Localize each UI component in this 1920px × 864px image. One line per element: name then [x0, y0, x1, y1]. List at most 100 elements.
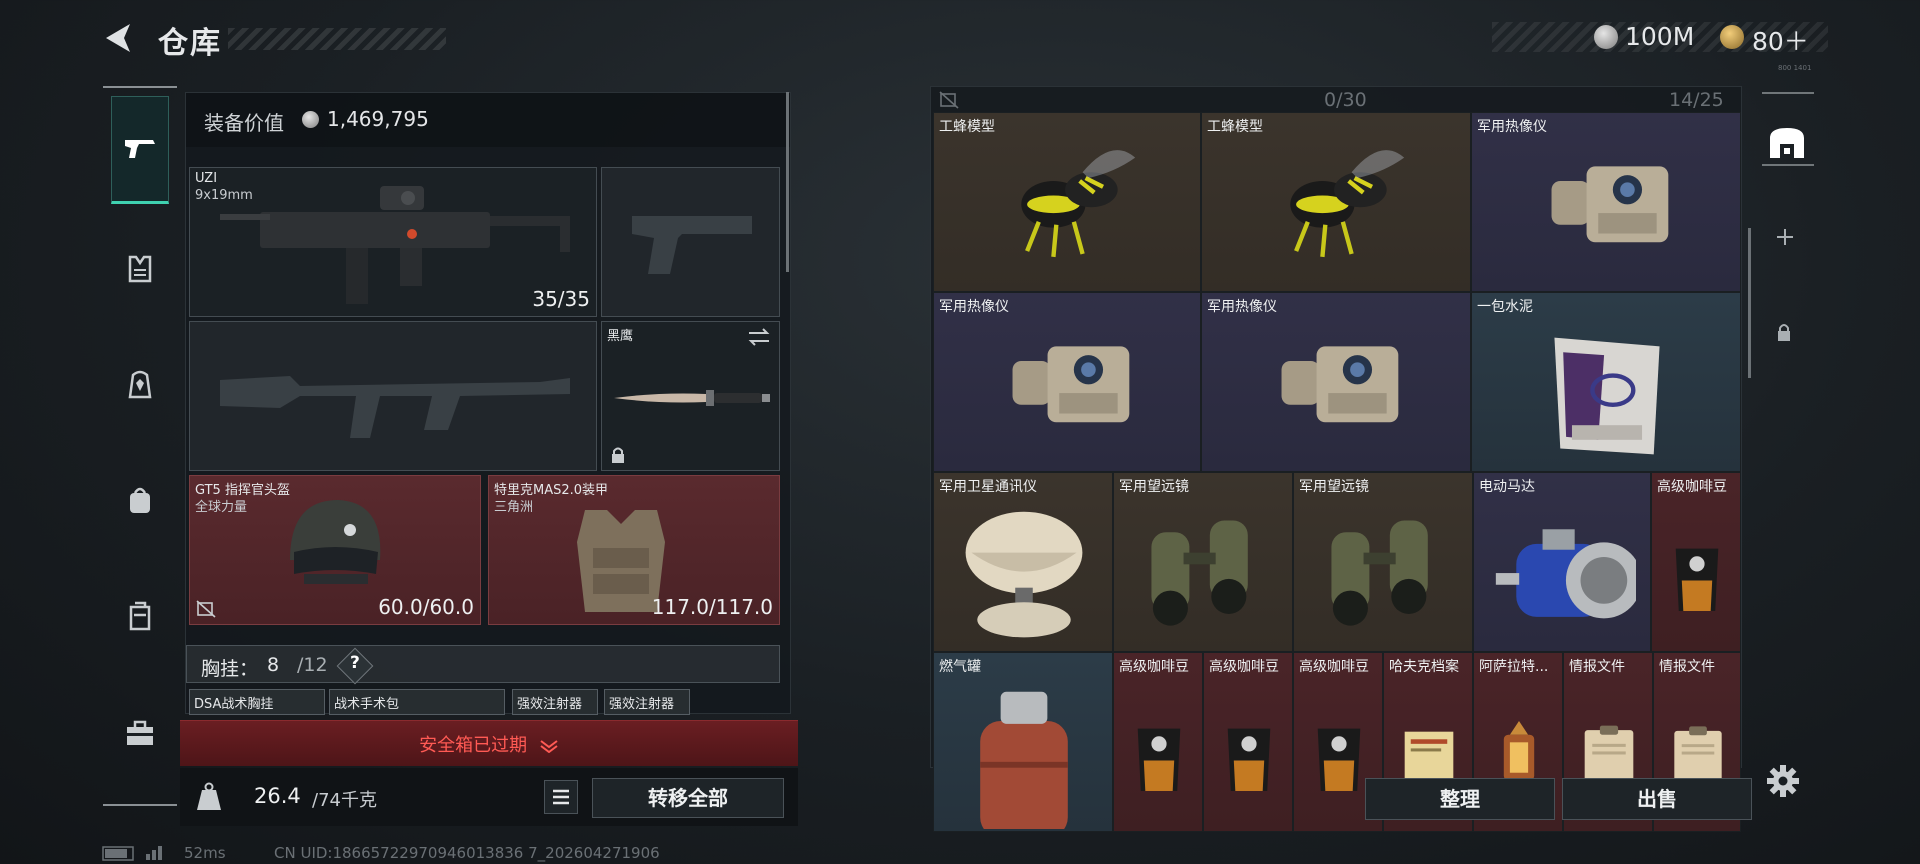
left-nav [103, 86, 177, 806]
equipment-scrollbar[interactable] [786, 92, 789, 272]
weight-current: 26.4 [254, 784, 301, 808]
bee-item-icon [1290, 150, 1405, 258]
chest-rig-row: 胸挂： 8 /12 ? [186, 645, 780, 685]
nav-item-toolbox[interactable] [111, 704, 169, 762]
vest-icon [128, 255, 152, 283]
safe-box-expired-text: 安全箱已过期 [180, 731, 798, 757]
nav-item-vest[interactable] [111, 240, 169, 298]
storage-item-name: 高级咖啡豆 [1119, 659, 1189, 675]
storage-box-icon[interactable] [1766, 124, 1808, 162]
silver-coin-icon [302, 111, 319, 128]
list-view-button[interactable] [544, 780, 578, 814]
right-nav-line [1762, 164, 1814, 166]
storage-item[interactable]: 军用热像仪 [1201, 292, 1471, 472]
storage-item[interactable]: 军用卫星通讯仪 [933, 472, 1113, 652]
sell-button[interactable]: 出售 [1562, 778, 1752, 820]
toolbox-icon [127, 720, 153, 745]
back-arrow-icon[interactable] [100, 18, 140, 58]
bino-item-icon [1331, 520, 1428, 626]
no-insurance-icon [196, 600, 216, 618]
weight-max: /74千克 [312, 790, 377, 811]
lock-icon[interactable] [1776, 322, 1792, 342]
no-insurance-icon [939, 91, 959, 109]
nav-bottom-line [103, 804, 177, 806]
armor-durability: 117.0/117.0 [651, 595, 773, 619]
melee-slot[interactable]: 黑鹰 [601, 321, 780, 471]
equipment-header: 装备价值 1,469,795 [186, 93, 790, 147]
storage-item[interactable]: 军用热像仪 [933, 292, 1201, 472]
storage-item-name: 军用卫星通讯仪 [939, 479, 1037, 495]
bino-item-icon [1151, 520, 1248, 626]
storage-item[interactable]: 军用望远镜 [1113, 472, 1293, 652]
storage-item[interactable]: 一包水泥 [1471, 292, 1741, 472]
storage-item-name: 情报文件 [1569, 659, 1625, 675]
storage-item[interactable]: 军用热像仪 [1471, 112, 1741, 292]
bee-item-icon [1021, 150, 1136, 258]
storage-item-name: 军用望远镜 [1299, 479, 1369, 495]
helmet-slot[interactable]: GT5 指挥官头盔 全球力量 60.0/60.0 [189, 475, 481, 625]
mini-item-chest-rig[interactable]: DSA战术胸挂 [189, 689, 325, 715]
nav-item-case[interactable] [111, 588, 169, 646]
safe-box-expired-banner[interactable]: 安全箱已过期 [180, 720, 798, 766]
storage-item[interactable]: 电动马达 [1473, 472, 1651, 652]
storage-item-name: 军用热像仪 [939, 299, 1009, 315]
helmet-icon [290, 500, 381, 584]
motor-item-icon [1495, 529, 1636, 619]
camera-item-icon [1012, 346, 1130, 423]
nav-item-weapons[interactable] [111, 96, 169, 204]
battery-signal-indicator [102, 844, 172, 864]
page-title: 仓库 [158, 26, 222, 61]
swap-icon[interactable] [747, 328, 771, 346]
armor-faction: 三角洲 [494, 500, 534, 515]
storage-item[interactable]: 燃气罐 [933, 652, 1113, 832]
ping-value: 52ms [184, 844, 226, 862]
storage-item-name: 一包水泥 [1477, 299, 1533, 315]
storage-item-name: 高级咖啡豆 [1299, 659, 1369, 675]
currency-gold-value[interactable]: 80＋ [1752, 22, 1809, 58]
storage-item-name: 电动马达 [1479, 479, 1535, 495]
armor-pack-icon [128, 370, 152, 399]
rifle-slot[interactable] [189, 321, 597, 471]
mini-item-injector[interactable]: 强效注射器 [512, 689, 598, 715]
equipment-value: 1,469,795 [327, 107, 429, 131]
storage-item[interactable]: 高级咖啡豆 [1113, 652, 1203, 832]
storage-item-name: 军用望远镜 [1119, 479, 1189, 495]
bag-item-icon [1554, 337, 1660, 455]
storage-item-name: 高级咖啡豆 [1657, 479, 1727, 495]
sort-button[interactable]: 整理 [1365, 778, 1555, 820]
storage-item[interactable]: 工蜂模型 [1201, 112, 1471, 292]
lock-icon [612, 447, 624, 463]
transfer-all-button[interactable]: 转移全部 [592, 778, 784, 818]
melee-name: 黑鹰 [607, 329, 634, 344]
storage-item-name: 情报文件 [1659, 659, 1715, 675]
storage-panel: 0/30 14/25 工蜂模型 工蜂模型 军用热像仪 军用热像仪 军用热像仪 一包水泥 军用… [930, 86, 1742, 832]
equipment-panel: 装备价值 1,469,795 UZI 9x19mm 35/35 黑鹰 GT5 指… [185, 92, 791, 715]
armor-slot[interactable]: 特里克MAS2.0装甲 三角洲 117.0/117.0 [488, 475, 780, 625]
mini-item-injector[interactable]: 强效注射器 [604, 689, 690, 715]
camera-item-icon [1551, 166, 1669, 243]
safe-banner-label: 安全箱已过期 [419, 735, 528, 756]
storage-item[interactable]: 高级咖啡豆 [1203, 652, 1293, 832]
help-question-mark: ? [350, 653, 360, 673]
user-uid: CN UID:18665722970946013836 7_2026042719… [274, 844, 660, 862]
storage-scrollbar[interactable] [1748, 228, 1751, 378]
mini-item-surgical-kit[interactable]: 战术手术包 [329, 689, 505, 715]
coffee-item-icon [1137, 728, 1181, 791]
version-tag: 800 1401 [1778, 64, 1812, 72]
storage-item[interactable]: 军用望远镜 [1293, 472, 1473, 652]
settings-gear-icon[interactable] [1766, 764, 1800, 798]
nav-item-armor-pack[interactable] [111, 356, 169, 414]
storage-item-name: 燃气罐 [939, 659, 981, 675]
nav-item-backpack[interactable] [111, 472, 169, 530]
storage-item[interactable]: 工蜂模型 [933, 112, 1201, 292]
right-nav-line [1762, 92, 1814, 94]
secondary-weapon-slot[interactable] [601, 167, 780, 317]
nav-top-line [103, 86, 177, 88]
battery-icon [102, 846, 162, 861]
primary-weapon-slot[interactable]: UZI 9x19mm 35/35 [189, 167, 597, 317]
list-icon [553, 789, 569, 805]
storage-counter-left: 0/30 [1324, 89, 1367, 111]
currency-silver-value[interactable]: 100M [1625, 22, 1694, 51]
storage-item[interactable]: 高级咖啡豆 [1651, 472, 1741, 652]
add-icon[interactable] [1774, 226, 1796, 248]
